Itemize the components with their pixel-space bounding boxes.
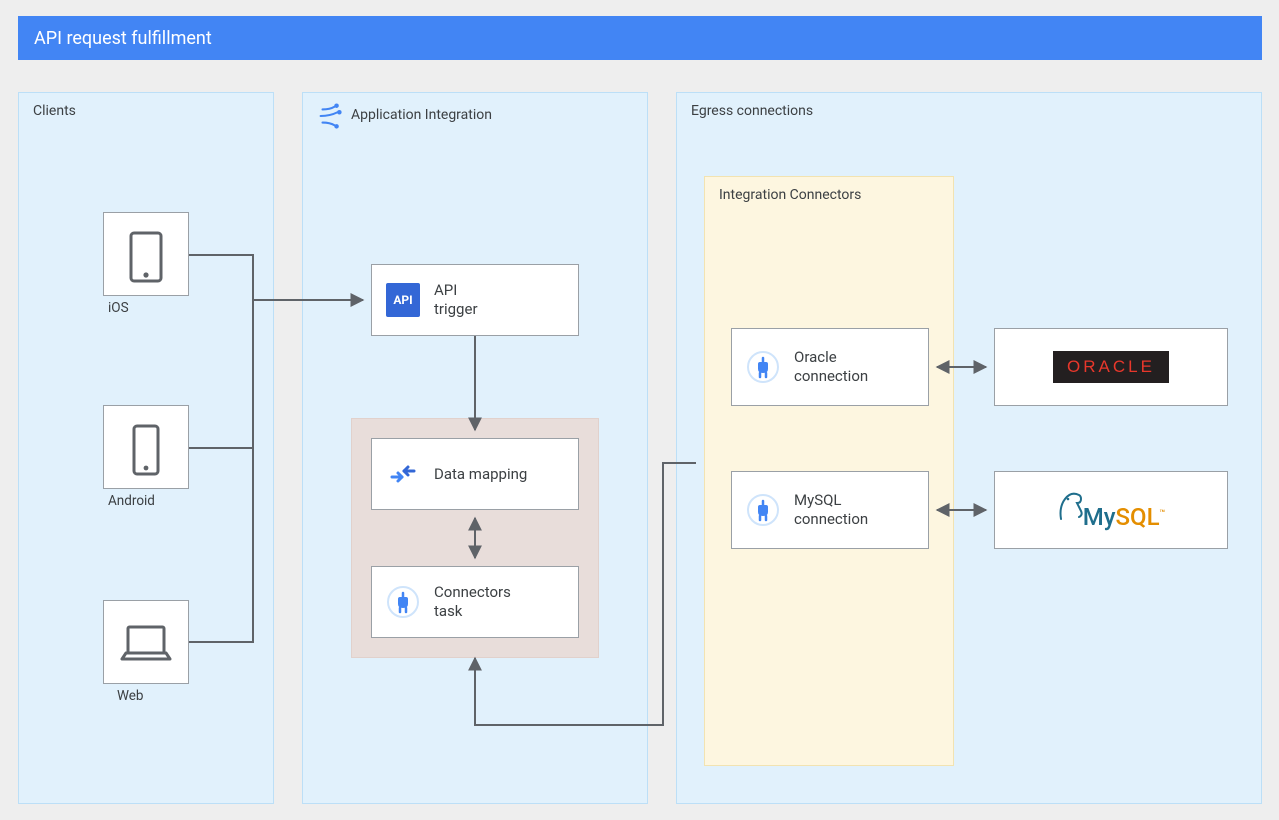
panel-app-integration-title: Application Integration — [351, 107, 492, 123]
phone-icon — [128, 424, 164, 476]
diagram-title: API request fulfillment — [34, 28, 212, 49]
plug-icon — [746, 350, 780, 384]
tablet-icon — [126, 231, 166, 283]
client-card-web — [103, 600, 189, 684]
panel-integration-connectors-title: Integration Connectors — [719, 187, 861, 203]
vendor-card-oracle: ORACLE — [994, 328, 1228, 406]
node-oracle-connection: Oracle connection — [731, 328, 929, 406]
client-card-ios — [103, 212, 189, 296]
api-icon: API — [386, 283, 420, 317]
mysql-logo: MySQL™ — [1057, 489, 1165, 531]
data-mapping-icon — [386, 457, 420, 491]
client-label-ios: iOS — [108, 300, 129, 316]
node-label: Connectors task — [434, 583, 511, 621]
plug-icon — [746, 493, 780, 527]
client-label-android: Android — [108, 493, 155, 509]
node-label: Oracle connection — [794, 348, 868, 386]
connector-icon — [315, 101, 345, 131]
node-data-mapping: Data mapping — [371, 438, 579, 510]
node-label: API trigger — [434, 281, 478, 319]
vendor-card-mysql: MySQL™ — [994, 471, 1228, 549]
panel-egress-title: Egress connections — [691, 103, 813, 119]
node-label: Data mapping — [434, 465, 527, 484]
node-connectors-task: Connectors task — [371, 566, 579, 638]
node-mysql-connection: MySQL connection — [731, 471, 929, 549]
node-api-trigger: API API trigger — [371, 264, 579, 336]
node-label: MySQL connection — [794, 491, 868, 529]
diagram-title-bar: API request fulfillment — [18, 16, 1262, 60]
client-card-android — [103, 405, 189, 489]
oracle-logo: ORACLE — [1053, 351, 1169, 383]
panel-clients-title: Clients — [33, 103, 76, 119]
laptop-icon — [118, 623, 174, 667]
plug-icon — [386, 585, 420, 619]
client-label-web: Web — [117, 688, 144, 704]
